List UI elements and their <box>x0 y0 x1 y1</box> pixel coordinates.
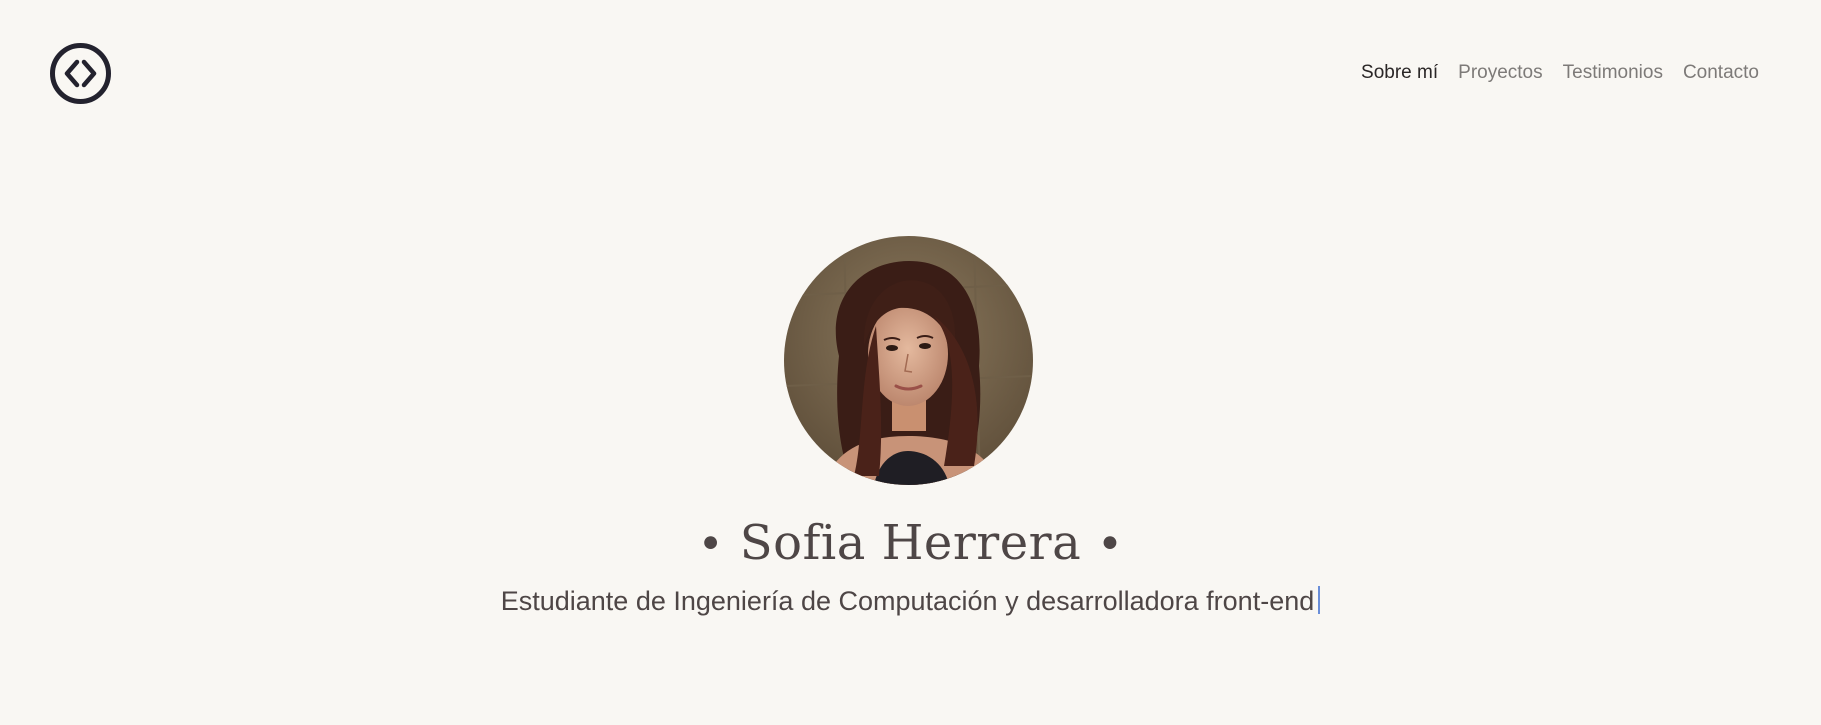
code-brackets-logo-icon <box>50 43 111 104</box>
main-nav: Sobre mí Proyectos Testimonios Contacto <box>1361 62 1759 84</box>
nav-link-sobre-mi[interactable]: Sobre mí <box>1361 62 1438 84</box>
person-name: Sofia Herrera <box>739 515 1082 571</box>
nav-link-contacto[interactable]: Contacto <box>1683 62 1759 84</box>
home-logo-link[interactable] <box>49 42 112 105</box>
nav-link-testimonios[interactable]: Testimonios <box>1563 62 1663 84</box>
profile-photo <box>784 236 1033 485</box>
tagline-text: Estudiante de Ingeniería de Computación … <box>500 586 1315 616</box>
decorative-bullet-left: • <box>697 519 725 570</box>
decorative-bullet-right: • <box>1096 519 1124 570</box>
nav-link-proyectos[interactable]: Proyectos <box>1458 62 1542 84</box>
typing-caret <box>1318 586 1321 614</box>
hero-tagline: Estudiante de Ingeniería de Computación … <box>0 583 1821 619</box>
hero-name-heading: • Sofia Herrera • <box>0 508 1821 580</box>
